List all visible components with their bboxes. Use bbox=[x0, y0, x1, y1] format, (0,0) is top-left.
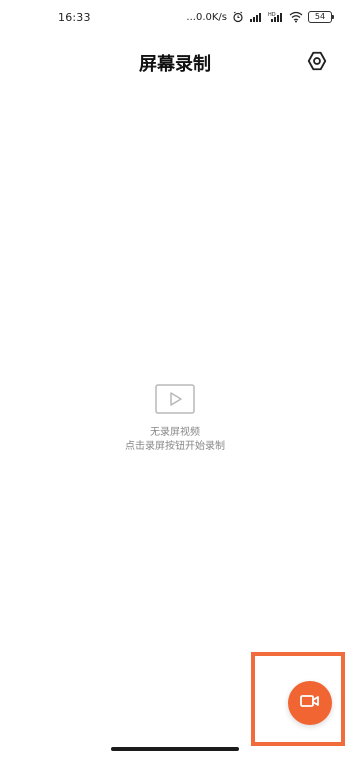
status-dots: ... bbox=[186, 11, 196, 23]
page-title: 屏幕录制 bbox=[139, 54, 211, 75]
settings-button[interactable] bbox=[304, 50, 330, 76]
wifi-icon bbox=[289, 11, 303, 23]
signal-2-icon: HD bbox=[268, 11, 284, 23]
record-button[interactable] bbox=[288, 681, 332, 725]
status-bar: 16:33 ...0.0K/s HD 54 bbox=[0, 0, 350, 34]
empty-state: 无录屏视频 点击录屏按钮开始录制 bbox=[0, 384, 350, 454]
battery-icon: 54 bbox=[308, 11, 334, 23]
app-header: 屏幕录制 bbox=[0, 42, 350, 84]
network-speed-value: 0.0K/s bbox=[195, 11, 227, 23]
status-time: 16:33 bbox=[58, 10, 91, 24]
empty-title: 无录屏视频 bbox=[150, 427, 200, 438]
screen-recorder-screen: 16:33 ...0.0K/s HD 54 屏幕录制 无录屏视频 点击录屏按钮开… bbox=[0, 0, 350, 758]
video-camera-icon bbox=[300, 693, 320, 713]
network-speed: ...0.0K/s bbox=[186, 12, 227, 23]
settings-icon bbox=[306, 50, 328, 76]
alarm-icon bbox=[232, 11, 244, 23]
video-play-icon bbox=[155, 384, 195, 414]
status-icons: ...0.0K/s HD 54 bbox=[186, 11, 334, 23]
signal-1-icon bbox=[249, 11, 263, 23]
home-indicator[interactable] bbox=[111, 747, 239, 751]
empty-subtitle: 点击录屏按钮开始录制 bbox=[125, 441, 225, 452]
